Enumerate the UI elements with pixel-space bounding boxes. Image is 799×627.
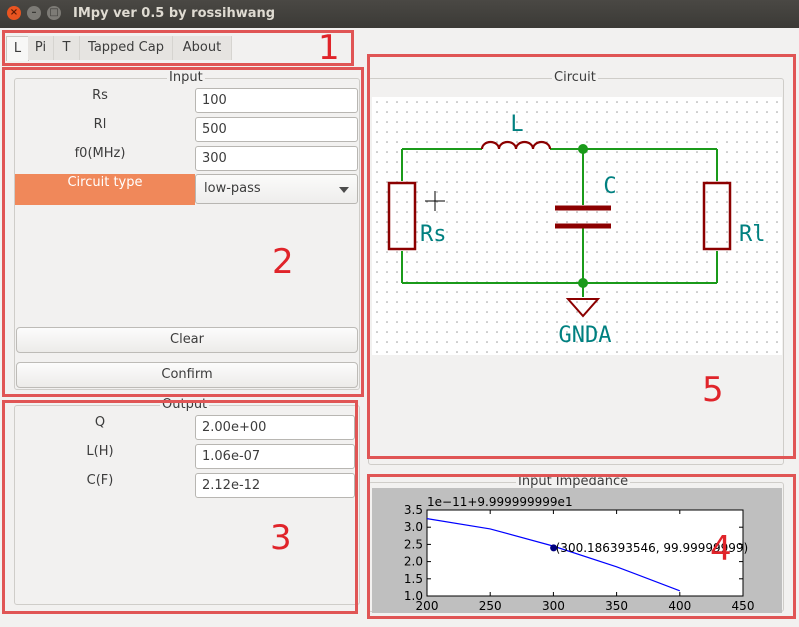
window-title: IMpy ver 0.5 by rossihwang <box>73 6 276 21</box>
maximize-window-icon[interactable]: □ <box>47 6 61 20</box>
minimize-window-icon[interactable]: – <box>27 6 41 20</box>
annotation-box-3 <box>2 400 358 614</box>
annotation-box-1 <box>2 30 354 66</box>
title-bar: × – □ IMpy ver 0.5 by rossihwang <box>0 0 799 28</box>
annotation-box-4 <box>367 474 796 619</box>
close-window-icon[interactable]: × <box>7 6 21 20</box>
annotation-number-4: 4 <box>710 529 732 569</box>
annotation-box-5 <box>367 54 796 459</box>
annotation-box-2 <box>2 67 364 397</box>
annotation-number-5: 5 <box>702 370 724 410</box>
annotation-number-1: 1 <box>318 28 340 68</box>
annotation-number-2: 2 <box>272 242 294 282</box>
annotation-number-3: 3 <box>270 518 292 558</box>
